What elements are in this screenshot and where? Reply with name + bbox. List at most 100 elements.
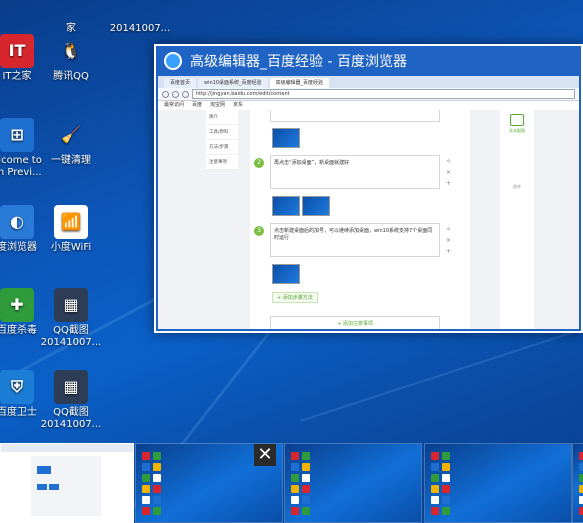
editor-main: 2 再点击“添加桌面”，新桌面就建好 ✧ × + 3 点击新建桌面后的加号，可以… xyxy=(250,110,470,329)
mini-desktop-icon xyxy=(153,452,161,460)
browser-tabs: 百度首页 win10桌面系统_百度经验 高级编辑器_百度经验 xyxy=(158,76,579,88)
add-step-button[interactable]: + 添加步骤方法 xyxy=(272,292,318,303)
step-number: 3 xyxy=(254,226,264,236)
mini-desktop-icon xyxy=(431,507,439,515)
task-view-thumbnail-window[interactable] xyxy=(0,443,134,523)
step-text: 再点击“添加桌面”，新桌面就建好 xyxy=(274,160,350,166)
step-text: 点击新建桌面后的加号，可以继续添加桌面，win10系统支持7个桌面同时运行 xyxy=(274,228,433,241)
baidu-browser-icon xyxy=(164,52,182,70)
page-content: 简介 工具/原料 方法/步骤 注意事项 2 再点击“添加桌面”，新桌面就建好 ✧… xyxy=(158,110,579,329)
app-icon: ⊞ xyxy=(0,118,34,152)
desktop-icon-label: 20141007... xyxy=(109,23,171,34)
mini-desktop-icon xyxy=(153,463,161,471)
app-icon: ◐ xyxy=(0,205,34,239)
image-text-icon[interactable] xyxy=(510,114,524,126)
mini-desktop-icon xyxy=(442,474,450,482)
app-icon: ⛨ xyxy=(0,370,34,404)
mini-desktop-icon xyxy=(142,452,150,460)
desktop-icon[interactable]: ▦ QQ截图 20141007... xyxy=(36,288,106,349)
nav-item[interactable]: 方法/步骤 xyxy=(206,140,238,155)
step-image xyxy=(302,196,330,216)
step-controls: ✧ × + xyxy=(446,156,451,189)
mini-desktop-icon xyxy=(302,474,310,482)
mini-desktop-icon xyxy=(142,485,150,493)
desktop-icon[interactable]: 🐧 腾讯QQ xyxy=(36,34,106,83)
app-icon: ▦ xyxy=(54,288,88,322)
desktop-icon-label: QQ截图 20141007... xyxy=(40,407,102,430)
desktop-icon[interactable]: ▦ QQ截图 20141007... xyxy=(36,370,106,431)
bookmark-item[interactable]: 淘宝网 xyxy=(210,101,225,110)
mini-desktop-icon xyxy=(431,474,439,482)
nav-item[interactable]: 注意事项 xyxy=(206,155,238,170)
mini-desktop-icon xyxy=(142,463,150,471)
desktop-icon[interactable]: 📶 小度WiFi xyxy=(36,205,106,254)
delete-icon[interactable]: × xyxy=(446,235,451,246)
mini-desktop-icon xyxy=(431,485,439,493)
task-view-thumbnail-desktop[interactable] xyxy=(572,443,583,523)
mini-desktop-icon xyxy=(579,507,583,515)
url-input[interactable]: http://jingyan.baidu.com/edit/content xyxy=(192,89,575,99)
nav-item[interactable]: 工具/原料 xyxy=(206,125,238,140)
desktop-icon[interactable]: 20141007... xyxy=(105,0,175,35)
add-icon[interactable]: + xyxy=(446,178,451,189)
desktop-icon[interactable]: 家 xyxy=(36,0,106,35)
tab-win10-desktop[interactable]: win10桌面系统_百度经验 xyxy=(198,78,268,88)
step-image xyxy=(272,196,300,216)
add-note-box[interactable]: + 添加注意事项 xyxy=(270,316,440,329)
bookmark-item[interactable]: 最常访问 xyxy=(164,101,184,110)
mini-desktop-icon xyxy=(579,474,583,482)
step-image xyxy=(272,128,300,148)
mini-desktop-icon xyxy=(579,452,583,460)
desktop-icon[interactable]: 🧹 一键清理 xyxy=(36,118,106,167)
step-text-box[interactable]: 再点击“添加桌面”，新桌面就建好 xyxy=(270,155,440,189)
back-icon[interactable] xyxy=(162,90,169,98)
mini-desktop-icon xyxy=(142,474,150,482)
step-box-previous[interactable] xyxy=(270,110,440,122)
add-icon[interactable]: + xyxy=(446,246,451,257)
mini-desktop-icon xyxy=(142,496,150,504)
nav-item[interactable]: 简介 xyxy=(206,110,238,125)
mini-desktop-icon xyxy=(579,496,583,504)
mini-desktop-icon xyxy=(153,507,161,515)
mini-desktop-icon xyxy=(442,496,450,504)
right-panel-label: 文本配图 xyxy=(509,128,525,133)
tab-advanced-editor[interactable]: 高级编辑器_百度经验 xyxy=(269,78,330,88)
window-titlebar[interactable]: 高级编辑器_百度经验 - 百度浏览器 xyxy=(156,46,581,76)
mini-desktop-icon xyxy=(142,507,150,515)
task-view-preview-window[interactable]: 高级编辑器_百度经验 - 百度浏览器 百度首页 win10桌面系统_百度经验 高… xyxy=(154,44,583,333)
mini-desktop-icon xyxy=(302,463,310,471)
mini-desktop-icon xyxy=(153,474,161,482)
mini-desktop-icon xyxy=(291,496,299,504)
mini-desktop-icon xyxy=(291,463,299,471)
mini-desktop-icon xyxy=(291,452,299,460)
right-panel: 文本配图 图库 xyxy=(500,110,534,329)
mini-desktop-icon xyxy=(442,463,450,471)
delete-icon[interactable]: × xyxy=(446,167,451,178)
mini-desktop-icon xyxy=(291,474,299,482)
move-icon[interactable]: ✧ xyxy=(446,156,451,167)
close-icon[interactable]: ✕ xyxy=(254,444,276,466)
bookmark-item[interactable]: 京东 xyxy=(233,101,243,110)
task-view-thumbnail-desktop[interactable] xyxy=(424,443,572,523)
mini-desktop-icon xyxy=(291,485,299,493)
step-text-box[interactable]: 点击新建桌面后的加号，可以继续添加桌面，win10系统支持7个桌面同时运行 xyxy=(270,223,440,257)
refresh-icon[interactable] xyxy=(182,90,189,98)
move-icon[interactable]: ✧ xyxy=(446,224,451,235)
mini-desktop-icon xyxy=(291,507,299,515)
step-image xyxy=(272,264,300,284)
mini-desktop-icon xyxy=(431,496,439,504)
window-title: 高级编辑器_百度经验 - 百度浏览器 xyxy=(190,54,407,70)
mini-desktop-icon xyxy=(442,507,450,515)
mini-desktop-icon xyxy=(302,452,310,460)
desktop-icon-label: QQ截图 20141007... xyxy=(40,325,102,348)
task-view-thumbnail-desktop[interactable] xyxy=(284,443,422,523)
mini-desktop-icon xyxy=(302,496,310,504)
forward-icon[interactable] xyxy=(172,90,179,98)
app-icon: ▦ xyxy=(54,370,88,404)
step-controls: ✧ × + xyxy=(446,224,451,257)
app-icon: IT xyxy=(0,34,34,68)
mini-desktop-icon xyxy=(431,452,439,460)
bookmark-item[interactable]: 百度 xyxy=(192,101,202,110)
tab-baidu-home[interactable]: 百度首页 xyxy=(164,78,197,88)
app-icon: 🐧 xyxy=(61,41,81,60)
